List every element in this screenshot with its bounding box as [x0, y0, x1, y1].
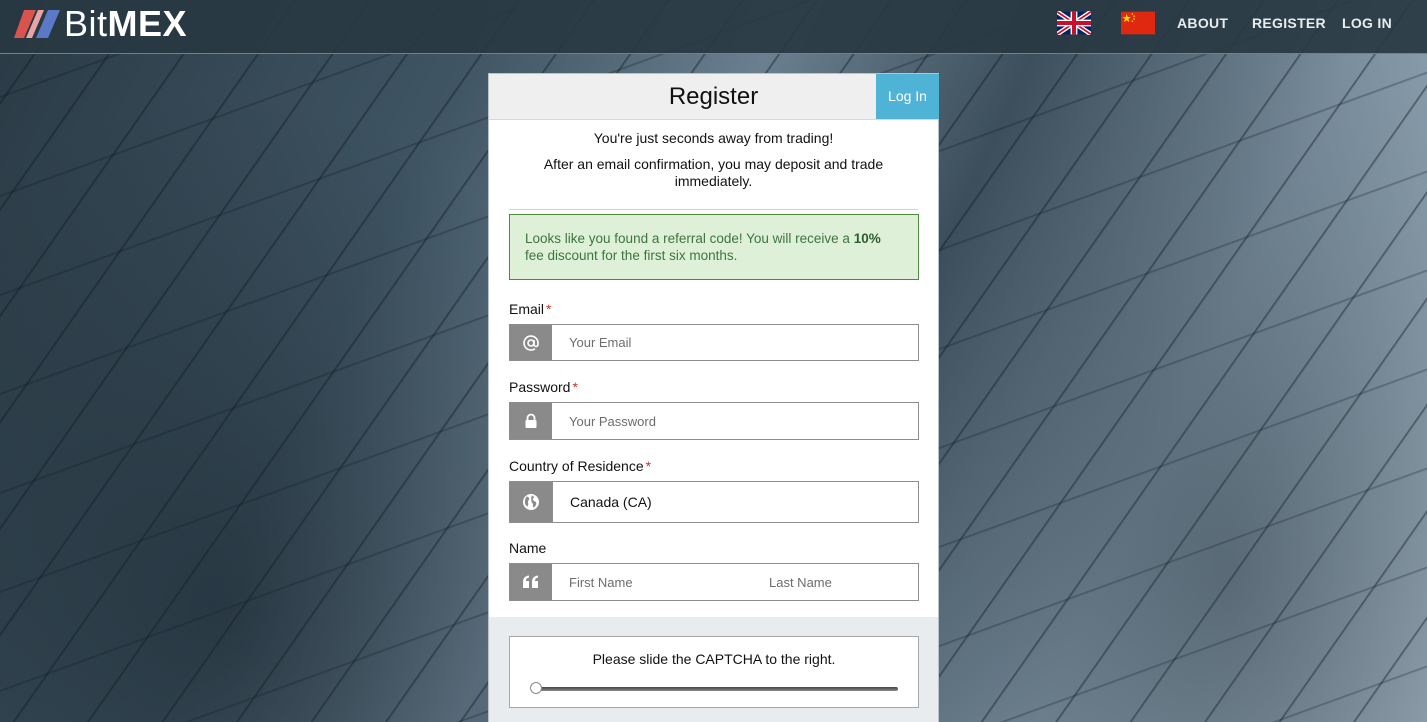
nav-login-link[interactable]: LOG IN — [1342, 15, 1392, 31]
email-input-group — [509, 324, 919, 361]
intro-text: You're just seconds away from trading! — [593, 130, 834, 146]
name-label: Name — [509, 540, 547, 556]
country-input-group: Canada (CA) — [509, 481, 919, 523]
email-input[interactable] — [552, 325, 918, 360]
uk-flag-icon[interactable] — [1057, 11, 1091, 35]
at-icon — [510, 325, 552, 360]
referral-alert: Looks like you found a referral code! Yo… — [509, 214, 919, 280]
china-flag-icon[interactable] — [1121, 11, 1155, 35]
captcha-slider-handle[interactable] — [530, 682, 542, 694]
globe-icon-glyph — [523, 494, 539, 510]
logo-text-mex: MEX — [107, 3, 188, 44]
required-marker: * — [645, 458, 652, 474]
email-label: Email * — [509, 301, 551, 317]
password-input[interactable] — [552, 403, 918, 439]
page-title: Register — [668, 83, 759, 110]
first-name-input[interactable] — [552, 564, 752, 600]
bitmex-logo[interactable]: BitMEX — [14, 6, 187, 42]
email-label-text: Email — [509, 301, 545, 317]
top-navbar: BitMEX ABOUT REGISTER LOG IN — [0, 0, 1427, 54]
captcha-box: Please slide the CAPTCHA to the right. — [509, 636, 919, 708]
quote-icon — [510, 564, 552, 600]
lock-icon-glyph — [525, 413, 537, 428]
referral-text-after: fee discount for the first six months. — [525, 248, 738, 263]
lock-icon — [510, 403, 552, 439]
captcha-slider-track[interactable] — [534, 687, 898, 691]
country-label-text: Country of Residence — [509, 458, 644, 474]
captcha-instruction: Please slide the CAPTCHA to the right. — [592, 651, 836, 667]
panel-header: Register Log In — [489, 74, 939, 120]
required-marker: * — [546, 301, 552, 317]
referral-discount: 10% — [853, 231, 881, 246]
register-panel: Register Log In You're just seconds away… — [488, 73, 939, 722]
nav-register-link[interactable]: REGISTER — [1252, 15, 1326, 31]
nav-about-link[interactable]: ABOUT — [1177, 15, 1228, 31]
last-name-input[interactable] — [752, 564, 918, 600]
divider — [509, 209, 918, 210]
password-input-group — [509, 402, 919, 440]
country-select[interactable]: Canada (CA) — [552, 482, 918, 522]
required-marker: * — [572, 379, 578, 395]
at-icon-glyph — [523, 334, 539, 351]
name-input-group — [509, 563, 919, 601]
login-tab-button[interactable]: Log In — [876, 74, 939, 119]
quote-icon-glyph — [523, 575, 538, 588]
logo-wordmark: BitMEX — [64, 6, 187, 42]
password-label: Password * — [509, 379, 578, 395]
bitmex-logo-icon — [14, 10, 60, 38]
password-label-text: Password — [509, 379, 571, 395]
referral-text-before: Looks like you found a referral code! Yo… — [525, 231, 854, 246]
intro-subtext: After an email confirmation, you may dep… — [543, 156, 884, 189]
globe-icon — [510, 482, 552, 522]
logo-text-bit: Bit — [64, 3, 108, 44]
captcha-section: Please slide the CAPTCHA to the right. — [489, 617, 938, 722]
country-label: Country of Residence * — [509, 458, 651, 474]
